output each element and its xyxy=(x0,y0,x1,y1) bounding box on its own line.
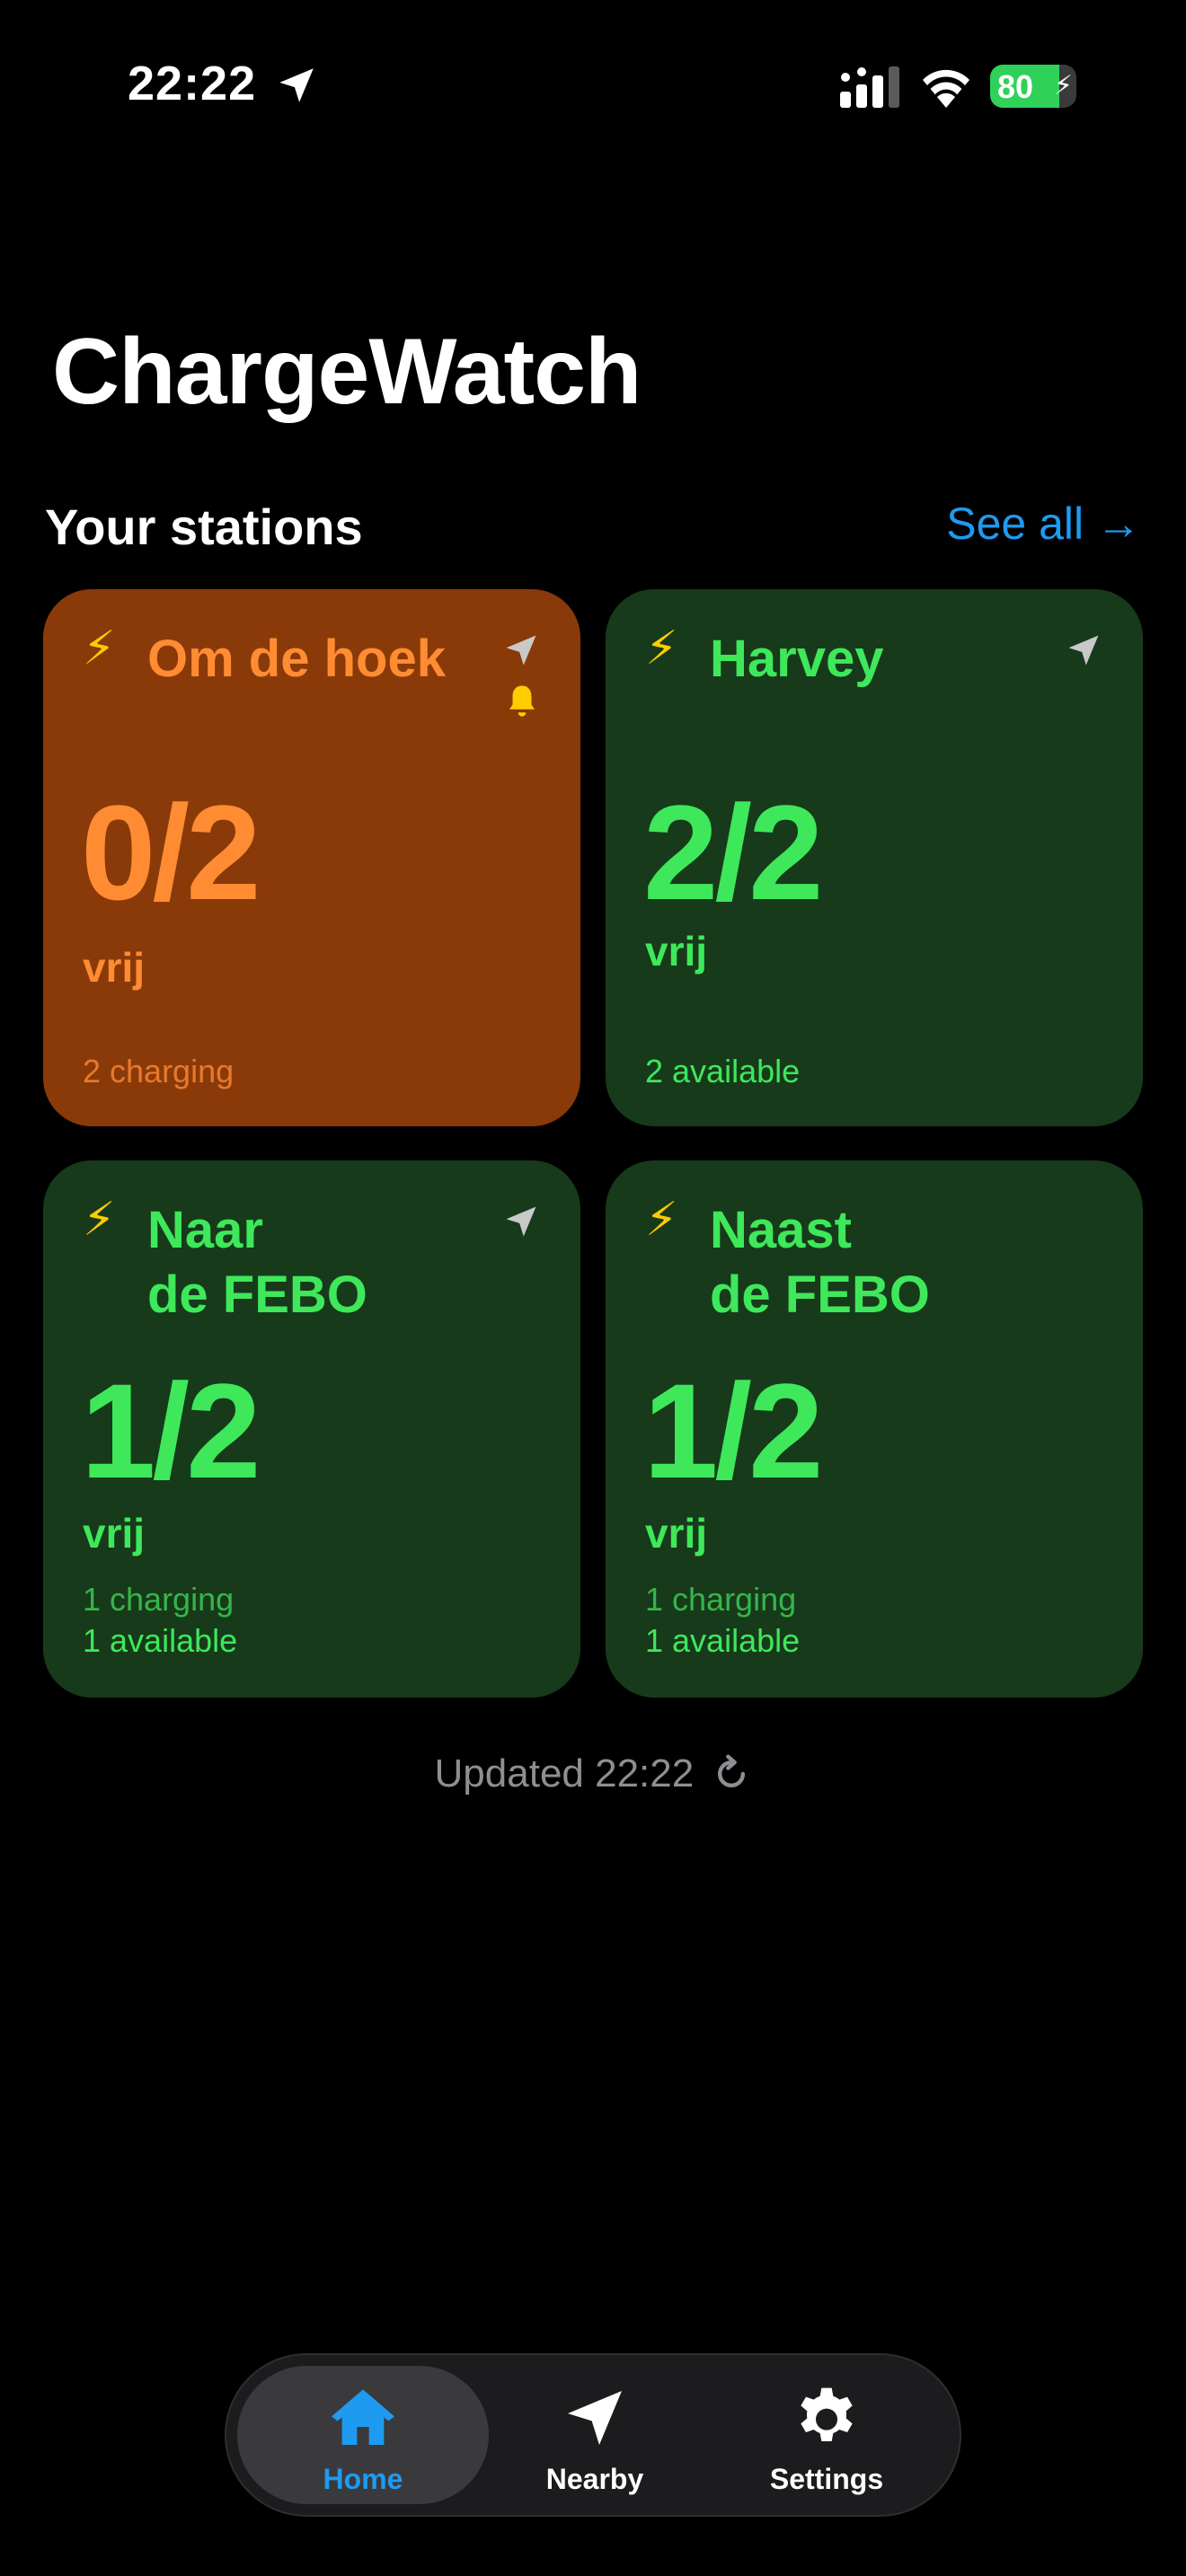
home-screen: 22:22 80 ⚡ ChargeWatch Your stations See… xyxy=(0,0,1186,2576)
station-card[interactable]: ⚡ Harvey 2/2 vrij 2 available xyxy=(606,589,1143,1126)
station-card[interactable]: ⚡ Om de hoek 0/2 vrij 2 charging xyxy=(43,589,580,1126)
station-name-line1: Harvey xyxy=(710,630,884,688)
station-name-line1: Naar xyxy=(147,1201,263,1259)
battery-icon: 80 ⚡ xyxy=(990,65,1076,108)
free-label: vrij xyxy=(83,944,146,991)
free-count: 0/2 xyxy=(81,777,261,928)
available-count: 1 available xyxy=(83,1622,238,1659)
updated-text: Updated 22:22 xyxy=(434,1751,695,1795)
location-arrow-icon[interactable] xyxy=(1064,631,1103,670)
station-name: Naar de FEBO xyxy=(147,1198,507,1328)
free-label: vrij xyxy=(645,1510,708,1557)
tab-label: Settings xyxy=(769,2463,884,2495)
house-icon xyxy=(332,2389,394,2445)
station-card[interactable]: ⚡ Naast de FEBO 1/2 vrij 1 charging 1 av… xyxy=(606,1160,1143,1698)
bolt-icon: ⚡ xyxy=(83,622,116,675)
last-updated: Updated 22:22 xyxy=(0,1751,1186,1796)
bolt-icon: ⚡ xyxy=(645,1194,678,1246)
page-title: ChargeWatch xyxy=(52,320,642,424)
charging-bolt-icon: ⚡ xyxy=(1053,71,1073,101)
status-time: 22:22 xyxy=(128,57,257,110)
location-arrow-icon[interactable] xyxy=(501,1202,541,1241)
charging-count: 2 charging xyxy=(83,1053,235,1090)
section-title: Your stations xyxy=(45,498,363,555)
section-header: Your stations See all → xyxy=(45,494,1141,557)
location-arrow-icon xyxy=(568,2391,622,2445)
wifi-icon xyxy=(923,69,969,108)
refresh-icon[interactable] xyxy=(712,1754,751,1794)
available-count: 2 available xyxy=(645,1053,801,1090)
location-arrow-icon[interactable] xyxy=(501,631,541,670)
available-count: 1 available xyxy=(645,1622,801,1659)
station-name-line1: Naast xyxy=(710,1201,852,1259)
free-label: vrij xyxy=(645,928,708,975)
cellular-signal-icon xyxy=(840,66,899,108)
tab-nearby[interactable]: Nearby xyxy=(469,2366,721,2504)
station-card[interactable]: ⚡ Naar de FEBO 1/2 vrij 1 charging 1 ava… xyxy=(43,1160,580,1698)
station-name-line1: Om de hoek xyxy=(147,630,446,688)
bell-icon xyxy=(509,685,535,717)
station-name-line2: de FEBO xyxy=(710,1266,930,1324)
charging-count: 1 charging xyxy=(83,1581,235,1618)
station-name: Om de hoek xyxy=(147,627,507,692)
tab-label: Nearby xyxy=(545,2463,644,2495)
bolt-icon: ⚡ xyxy=(83,1194,116,1246)
see-all-link[interactable]: See all → xyxy=(946,498,1141,550)
gear-icon xyxy=(801,2387,853,2441)
bolt-icon: ⚡ xyxy=(645,622,678,675)
charging-count: 1 charging xyxy=(645,1581,797,1618)
status-bar: 22:22 80 ⚡ xyxy=(0,0,1186,171)
station-name: Harvey xyxy=(710,627,1069,692)
free-count: 1/2 xyxy=(81,1355,261,1506)
free-count: 2/2 xyxy=(643,777,824,928)
battery-percent: 80 xyxy=(997,68,1034,105)
tab-home[interactable]: Home xyxy=(237,2366,489,2504)
free-count: 1/2 xyxy=(643,1355,824,1506)
tab-bar: Home Nearby Settings xyxy=(225,2353,961,2517)
free-label: vrij xyxy=(83,1510,146,1557)
station-name: Naast de FEBO xyxy=(710,1198,1069,1328)
location-arrow-icon xyxy=(279,68,314,102)
tab-label: Home xyxy=(323,2463,403,2495)
station-name-line2: de FEBO xyxy=(147,1266,367,1324)
tab-settings[interactable]: Settings xyxy=(701,2366,952,2504)
